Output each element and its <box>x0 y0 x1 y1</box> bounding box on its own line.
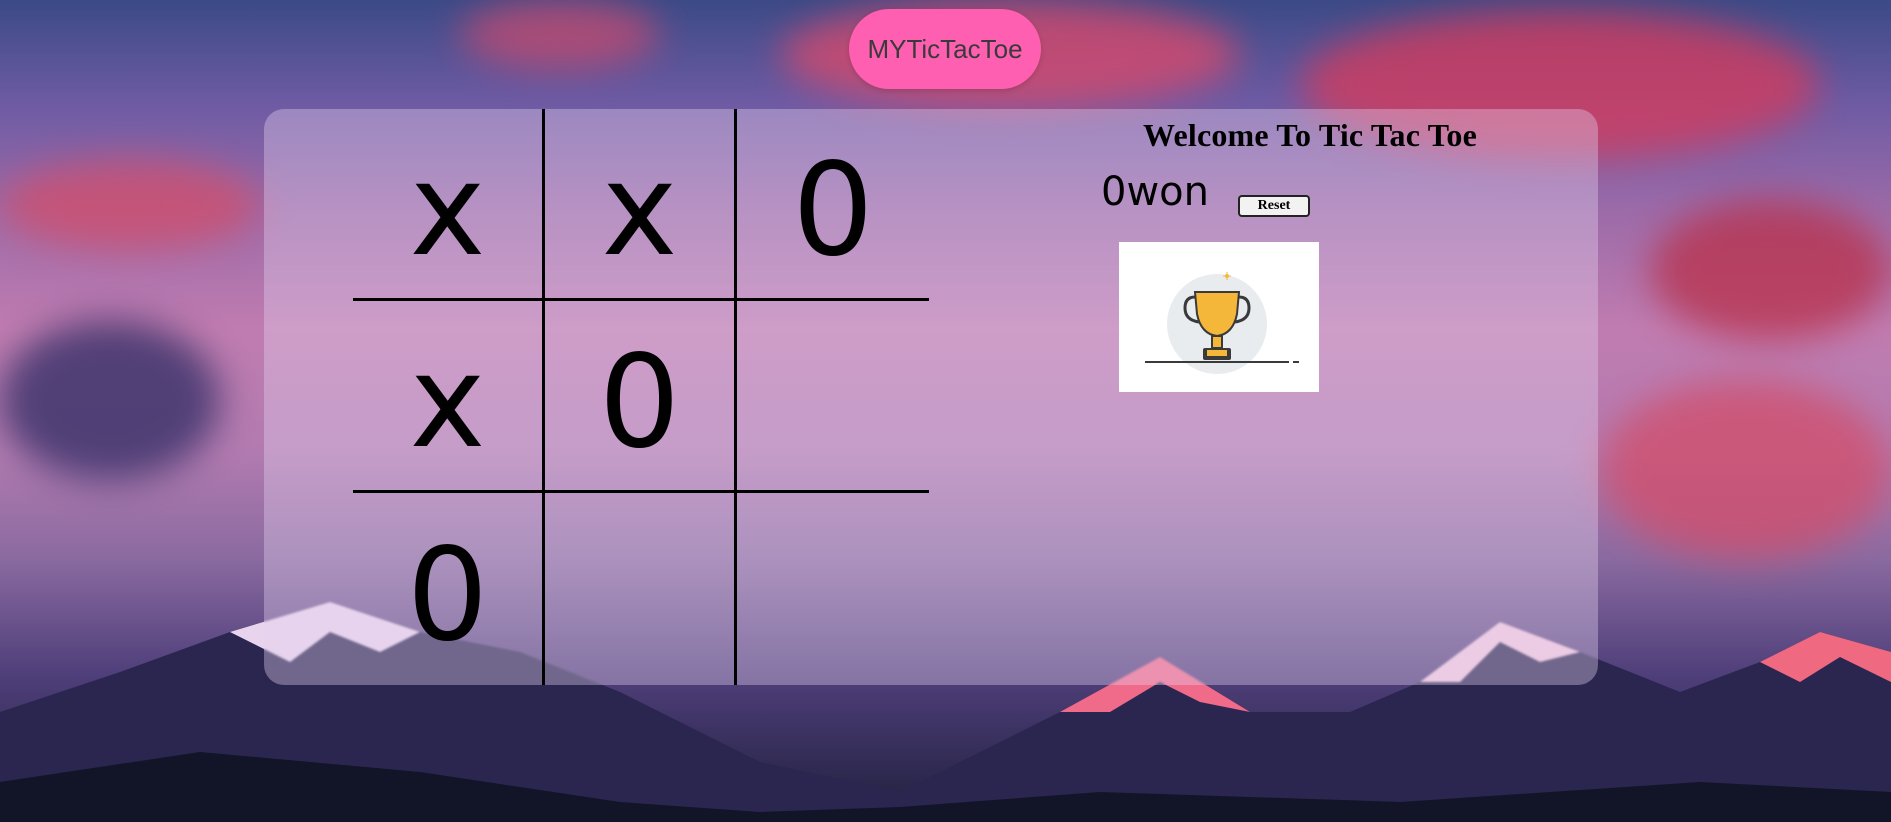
board-cell-1-2[interactable] <box>737 301 929 493</box>
game-board: x x 0 x 0 0 <box>353 109 929 685</box>
board-cell-2-1[interactable] <box>545 493 737 685</box>
cloud-shape <box>0 320 220 480</box>
cloud-shape <box>1650 200 1890 340</box>
board-cell-0-1[interactable]: x <box>545 109 737 301</box>
board-cell-0-0[interactable]: x <box>353 109 545 301</box>
page-title: Welcome To Tic Tac Toe <box>1143 117 1477 153</box>
board-cell-2-0[interactable]: 0 <box>353 493 545 685</box>
cloud-shape <box>0 160 260 250</box>
board-cell-1-0[interactable]: x <box>353 301 545 493</box>
game-status: 0won <box>1101 169 1209 215</box>
board-cell-2-2[interactable] <box>737 493 929 685</box>
cloud-shape <box>460 0 660 70</box>
brand-text: MYTicTacToe <box>867 33 1023 64</box>
board-cell-0-2[interactable]: 0 <box>737 109 929 301</box>
board-cell-1-1[interactable]: 0 <box>545 301 737 493</box>
cloud-shape <box>1600 380 1891 560</box>
trophy-icon <box>1145 272 1299 374</box>
reset-button[interactable]: Reset <box>1238 195 1310 217</box>
trophy-image <box>1119 242 1319 392</box>
brand-pill-link[interactable]: MYTicTacToe <box>849 9 1041 89</box>
